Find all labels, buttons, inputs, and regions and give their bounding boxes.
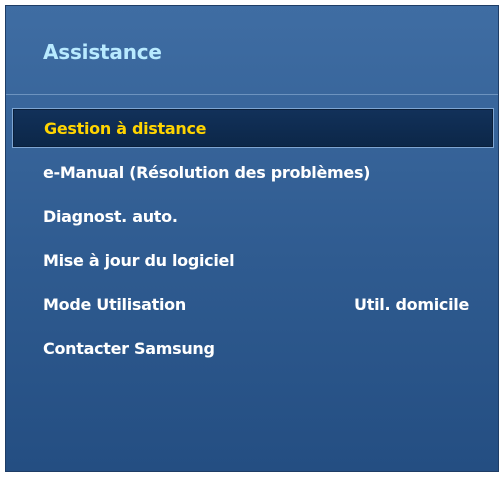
menu-title: Assistance [43, 40, 162, 64]
menu-item-software-update[interactable]: Mise à jour du logiciel [12, 240, 494, 280]
menu-item-label: e-Manual (Résolution des problèmes) [43, 162, 371, 182]
support-menu-panel: Assistance Gestion à distance e-Manual (… [5, 5, 499, 472]
menu-item-contact-samsung[interactable]: Contacter Samsung [12, 328, 494, 368]
menu-item-label: Mise à jour du logiciel [43, 250, 235, 270]
usage-mode-value: Util. domicile [354, 294, 469, 314]
menu-item-e-manual[interactable]: e-Manual (Résolution des problèmes) [12, 152, 494, 192]
menu-item-self-diagnosis[interactable]: Diagnost. auto. [12, 196, 494, 236]
menu-item-label: Diagnost. auto. [43, 206, 178, 226]
menu-item-remote-management[interactable]: Gestion à distance [12, 108, 494, 148]
menu-item-usage-mode[interactable]: Mode Utilisation Util. domicile [12, 284, 494, 324]
menu-item-label: Gestion à distance [44, 118, 207, 138]
menu-item-label: Contacter Samsung [43, 338, 215, 358]
menu-item-label: Mode Utilisation [43, 294, 186, 314]
title-divider [6, 94, 498, 95]
